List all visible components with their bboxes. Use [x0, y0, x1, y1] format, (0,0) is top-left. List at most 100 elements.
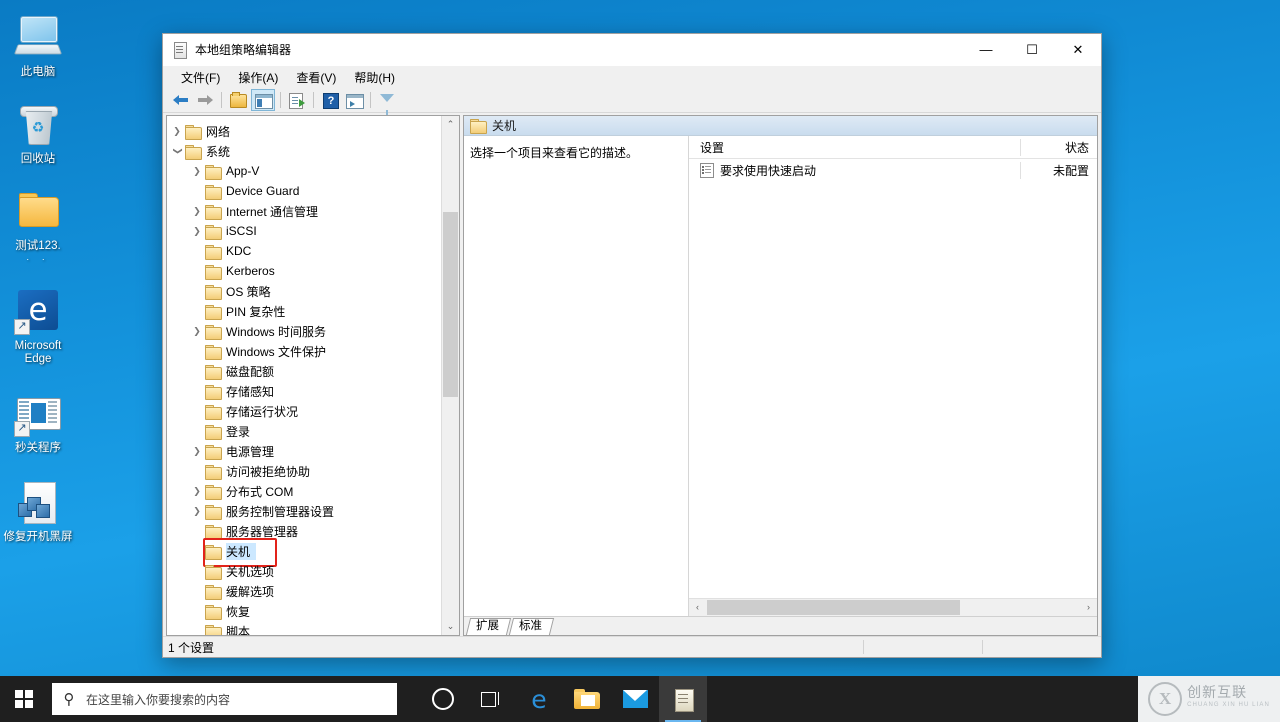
forward-button[interactable] — [194, 90, 216, 110]
back-button[interactable] — [170, 90, 192, 110]
folder-icon — [205, 284, 222, 300]
tree-item[interactable]: 恢复 — [167, 601, 441, 621]
tree-item[interactable]: ❯ 服务控制管理器设置 — [167, 501, 441, 521]
export-list-button[interactable] — [286, 90, 308, 110]
tree-item[interactable]: ❯ App-V — [167, 161, 441, 181]
scroll-left-button[interactable]: ‹ — [689, 599, 706, 616]
start-button[interactable] — [0, 676, 48, 722]
tree-item[interactable]: ❯ Windows 时间服务 — [167, 321, 441, 341]
taskbar-edge[interactable]: e — [515, 676, 563, 722]
show-hide-tree-button[interactable] — [251, 89, 275, 111]
chevron-right-icon[interactable]: ❯ — [189, 161, 205, 181]
window-titlebar[interactable]: 本地组策略编辑器 — ☐ ✕ — [163, 34, 1101, 66]
help-button[interactable]: ? — [319, 90, 341, 110]
desktop-icon-test123-folder[interactable]: 测试123. · · — [0, 188, 76, 266]
ime-indicator[interactable]: 中 — [1224, 676, 1250, 722]
tree-item[interactable]: 缓解选项 — [167, 581, 441, 601]
search-icon: ⚲ — [63, 691, 75, 708]
network-icon[interactable] — [1164, 676, 1194, 722]
properties-button[interactable] — [343, 90, 365, 110]
desktop-icon-label: 此电脑 — [20, 66, 56, 78]
table-row[interactable]: 要求使用快速启动 未配置 — [689, 159, 1097, 182]
tree-item[interactable]: PIN 复杂性 — [167, 301, 441, 321]
volume-icon[interactable] — [1194, 676, 1224, 722]
microsoft-edge-icon: e — [531, 684, 547, 714]
tree-item[interactable]: Kerberos — [167, 261, 441, 281]
tree-item[interactable]: 关机 — [167, 541, 441, 561]
tree-item[interactable]: 访问被拒绝协助 — [167, 461, 441, 481]
menu-help[interactable]: 帮助(H) — [345, 66, 404, 89]
tree-item[interactable]: Device Guard — [167, 181, 441, 201]
tree-item[interactable]: ❯ 分布式 COM — [167, 481, 441, 501]
folder-icon — [14, 188, 62, 236]
scroll-right-button[interactable]: › — [1080, 599, 1097, 616]
desktop-icon-fix-black-screen[interactable]: 修复开机黑屏 — [0, 479, 76, 544]
close-button[interactable]: ✕ — [1055, 34, 1101, 65]
desktop-icon-label: 秒关程序 — [15, 442, 61, 454]
action-center-button[interactable] — [1250, 676, 1280, 722]
desktop-icon-microsoft-edge[interactable]: e ↗ Microsoft Edge — [0, 288, 76, 366]
desktop-icon-list: 此电脑 ♻ 回收站 测试123. · · e ↗ Microsoft Edge — [0, 8, 76, 558]
menu-view[interactable]: 查看(V) — [287, 66, 345, 89]
this-pc-icon — [13, 14, 63, 62]
tree-item[interactable]: ❯ Internet 通信管理 — [167, 201, 441, 221]
tree-item[interactable]: 存储感知 — [167, 381, 441, 401]
chevron-right-icon[interactable]: ❯ — [189, 201, 205, 221]
cortana-button[interactable] — [419, 676, 467, 722]
desktop-icon-miaoguan-program[interactable]: ↗ 秒关程序 — [0, 390, 76, 455]
chevron-right-icon[interactable]: ❯ — [189, 221, 205, 241]
window-body: ❯ 网络 ❮ 系统 ❯ App-V Device Guard ❯ Internet 通信管理 ❯ i… — [163, 113, 1101, 636]
chevron-right-icon[interactable]: ❯ — [169, 121, 185, 141]
tree-item[interactable]: 登录 — [167, 421, 441, 441]
tree-item[interactable]: KDC — [167, 241, 441, 261]
menu-file[interactable]: 文件(F) — [172, 66, 229, 89]
tree-item[interactable]: ❯ 电源管理 — [167, 441, 441, 461]
menu-action[interactable]: 操作(A) — [229, 66, 287, 89]
taskbar-file-explorer[interactable] — [563, 676, 611, 722]
chevron-down-icon[interactable]: ❮ — [167, 143, 187, 159]
tree-item[interactable]: OS 策略 — [167, 281, 441, 301]
tree-item[interactable]: 脚本 — [167, 621, 441, 635]
maximize-button[interactable]: ☐ — [1009, 34, 1055, 65]
taskbar-search-box[interactable]: ⚲ 在这里输入你要搜索的内容 — [52, 683, 397, 715]
menubar: 文件(F) 操作(A) 查看(V) 帮助(H) — [163, 66, 1101, 88]
settings-horizontal-scrollbar[interactable]: ‹ › — [689, 598, 1097, 616]
show-hidden-icons-button[interactable]: ⌃ — [1140, 676, 1164, 722]
minimize-button[interactable]: — — [963, 34, 1009, 65]
taskbar-mail[interactable] — [611, 676, 659, 722]
tree-item-label: 网络 — [206, 124, 231, 139]
desktop-icon-recycle-bin[interactable]: ♻ 回收站 — [0, 101, 76, 166]
scroll-down-button[interactable]: ⌄ — [442, 618, 459, 635]
toolbar-separator — [313, 92, 314, 108]
tree-vertical-scrollbar[interactable]: ⌃ ⌄ — [441, 116, 459, 635]
tree-item-label: Device Guard — [226, 184, 300, 198]
task-view-button[interactable] — [467, 676, 515, 722]
tree-item[interactable]: ❮ 系统 — [167, 141, 441, 161]
column-header-setting[interactable]: 设置 — [689, 139, 1020, 156]
scroll-thumb[interactable] — [707, 600, 960, 615]
taskbar-gpedit[interactable] — [659, 676, 707, 722]
desktop-icon-this-pc[interactable]: 此电脑 — [0, 14, 76, 79]
chevron-right-icon[interactable]: ❯ — [189, 501, 205, 521]
tree-item[interactable]: 服务器管理器 — [167, 521, 441, 541]
tab-extended[interactable]: 扩展 — [465, 618, 512, 635]
folder-icon — [205, 604, 222, 620]
up-one-level-button[interactable] — [227, 90, 249, 110]
column-header-state[interactable]: 状态 — [1020, 138, 1097, 156]
filter-button[interactable] — [376, 90, 398, 115]
tree-item[interactable]: ❯ iSCSI — [167, 221, 441, 241]
tree-item[interactable]: Windows 文件保护 — [167, 341, 441, 361]
chevron-right-icon[interactable]: ❯ — [189, 441, 205, 461]
scroll-up-button[interactable]: ⌃ — [442, 116, 459, 133]
tab-standard[interactable]: 标准 — [508, 618, 555, 635]
tree-item[interactable]: 存储运行状况 — [167, 401, 441, 421]
chevron-right-icon[interactable]: ❯ — [189, 321, 205, 341]
scroll-thumb[interactable] — [443, 212, 458, 397]
tree-item[interactable]: ❯ 网络 — [167, 121, 441, 141]
task-view-icon — [481, 691, 501, 707]
tree-item[interactable]: 关机选项 — [167, 561, 441, 581]
chevron-right-icon[interactable]: ❯ — [189, 481, 205, 501]
tree-item[interactable]: 磁盘配额 — [167, 361, 441, 381]
folder-icon — [205, 444, 222, 460]
